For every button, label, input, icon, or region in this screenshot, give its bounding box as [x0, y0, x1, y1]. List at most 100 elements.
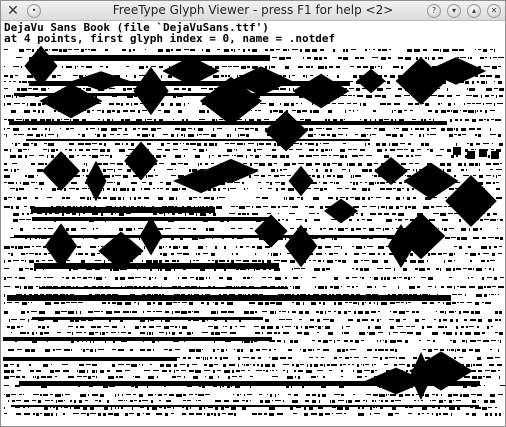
- glyph-mark: [295, 286, 300, 289]
- glyph-mark: [172, 311, 173, 314]
- glyph-mark: [252, 413, 257, 415]
- glyph-mark: [142, 128, 148, 130]
- maximize-icon[interactable]: ▴: [467, 4, 481, 18]
- glyph-mark: [76, 253, 77, 255]
- glyph-mark: [485, 110, 487, 113]
- glyph-mark: [416, 57, 418, 60]
- glyph-mark: [31, 311, 37, 312]
- glyph-mark: [45, 213, 47, 215]
- glyph-mark: [422, 302, 427, 304]
- glyph-mark: [169, 370, 171, 372]
- glyph-mark: [130, 110, 135, 112]
- glyph-mark: [366, 95, 372, 98]
- glyph-mark: [445, 311, 446, 314]
- glyph-mark: [56, 349, 61, 350]
- glyph-mark: [378, 253, 380, 255]
- glyph-mark: [431, 206, 434, 208]
- glyph-mark: [354, 311, 356, 314]
- glyph-mark: [475, 311, 480, 314]
- glyph-mark: [316, 357, 318, 358]
- glyph-mark: [387, 81, 390, 84]
- glyph-mark: [478, 376, 482, 379]
- glyph-mark: [431, 128, 436, 129]
- glyph-mark: [296, 326, 298, 329]
- glyph-mark: [215, 246, 217, 249]
- glyph-mark: [171, 134, 174, 137]
- glyph-mark: [28, 175, 34, 178]
- glyph-mark: [175, 349, 180, 350]
- close-icon[interactable]: ✕: [487, 4, 501, 18]
- glyph-mark: [17, 169, 19, 170]
- glyph-mark: [222, 413, 226, 414]
- glyph-mark: [296, 407, 301, 408]
- glyph-mark: [92, 110, 94, 111]
- glyph-mark: [314, 134, 316, 135]
- glyph-mark: [475, 110, 476, 113]
- glyph-mark: [357, 110, 358, 111]
- glyph-mark: [142, 294, 145, 295]
- glyph-mark: [217, 311, 218, 314]
- glyph-mark: [336, 197, 338, 200]
- glyph-mark: [249, 175, 251, 178]
- glyph-mark: [357, 219, 359, 221]
- glyph-mark: [441, 394, 442, 396]
- glyph-mark: [355, 57, 359, 59]
- minimize-icon[interactable]: ▾: [447, 4, 461, 18]
- glyph-mark: [357, 376, 362, 378]
- glyph-mark: [222, 66, 227, 67]
- glyph-mark: [69, 188, 75, 189]
- glyph-mark: [348, 364, 350, 365]
- glyph-mark: [300, 49, 302, 52]
- glyph-mark: [4, 206, 10, 208]
- glyph-mark: [395, 95, 401, 97]
- glyph-mark: [27, 103, 28, 106]
- glyph-mark: [290, 260, 295, 263]
- glyph-mark: [350, 357, 352, 358]
- glyph-mark: [14, 134, 17, 135]
- glyph-mark: [182, 302, 187, 303]
- glyph-mark: [483, 103, 484, 105]
- glyph-mark: [211, 253, 215, 256]
- glyph-mark: [500, 219, 503, 221]
- glyph-mark: [433, 213, 439, 214]
- glyph-mark: [492, 286, 496, 287]
- glyph-canvas[interactable]: DejaVu Sans Book (file `DejaVuSans.ttf')…: [1, 21, 505, 426]
- glyph-mark: [272, 57, 277, 58]
- glyph-mark: [391, 119, 393, 121]
- glyph-mark: [356, 246, 362, 249]
- glyph-mark: [36, 260, 39, 262]
- glyph-mark: [265, 246, 270, 248]
- glyph-mark: [292, 206, 298, 208]
- help-icon[interactable]: ?: [427, 4, 441, 18]
- glyph-mark: [76, 188, 79, 190]
- glyph-mark: [365, 311, 369, 314]
- glyph-mark: [473, 175, 476, 176]
- glyph-mark: [449, 188, 454, 190]
- glyph-mark: [289, 213, 295, 214]
- glyph-mark: [60, 128, 61, 129]
- glyph-mark: [377, 268, 383, 269]
- glyph-mark: [49, 49, 50, 50]
- glyph-mark: [346, 49, 348, 52]
- glyph-mark: [282, 326, 283, 328]
- glyph-mark: [348, 400, 352, 403]
- glyph-mark: [332, 407, 336, 408]
- glyph-mark: [280, 175, 285, 176]
- glyph-mark: [361, 364, 362, 365]
- glyph-mark: [204, 407, 205, 409]
- glyph-mark: [172, 332, 175, 335]
- glyph-mark: [47, 277, 53, 278]
- glyph-mark: [79, 364, 84, 366]
- glyph-mark: [463, 311, 469, 313]
- glyph-mark: [36, 413, 39, 416]
- glyph-mark: [254, 326, 259, 327]
- glyph-mark: [181, 128, 186, 131]
- glyph-mark: [288, 188, 294, 191]
- glyph-mark: [402, 188, 404, 189]
- title-bar[interactable]: ✕ • FreeType Glyph Viewer - press F1 for…: [1, 1, 505, 21]
- glyph-mark: [434, 349, 438, 350]
- glyph-mark: [317, 319, 320, 322]
- glyph-band: [26, 139, 370, 141]
- glyph-mark: [438, 57, 443, 59]
- glyph-mark: [470, 340, 476, 342]
